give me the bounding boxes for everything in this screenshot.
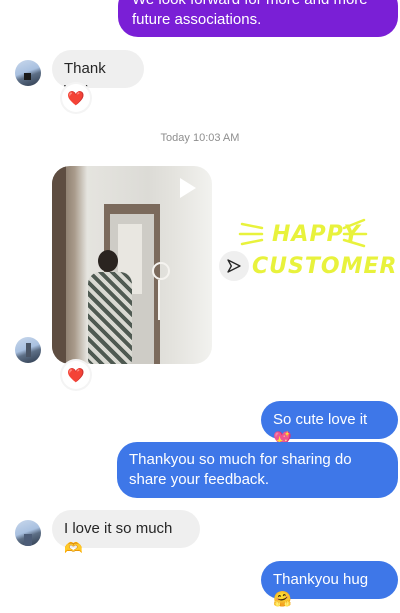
message-timestamp: Today 10:03 AM [160, 132, 240, 144]
heart-reaction-icon[interactable]: ❤️ [62, 361, 90, 389]
avatar[interactable] [15, 520, 41, 546]
avatar[interactable] [15, 337, 41, 363]
message-outgoing-hug[interactable]: Thankyou hug 🤗 [261, 561, 398, 608]
play-icon[interactable] [180, 178, 196, 198]
message-outgoing-associations[interactable]: We look forward for more and more future… [118, 0, 398, 37]
happy-customer-sticker: HAPPY CUSTOMER [238, 214, 396, 284]
message-incoming-love-it[interactable]: I love it so much 🫶 [52, 510, 200, 557]
shared-video-thumbnail[interactable] [52, 166, 212, 364]
message-text: Thankyou hug 🤗 [273, 571, 369, 608]
message-text: We look forward for more and more future… [132, 0, 368, 28]
message-outgoing-feedback[interactable]: Thankyou so much for sharing do share yo… [117, 442, 398, 498]
avatar[interactable] [15, 60, 41, 86]
message-incoming-thank-you[interactable]: Thank you [52, 50, 144, 97]
message-text: I love it so much 🫶 [64, 520, 173, 557]
sticker-line-customer: CUSTOMER [252, 254, 398, 279]
sticker-line-happy: HAPPY [272, 222, 361, 247]
heart-reaction-icon[interactable]: ❤️ [62, 84, 90, 112]
message-outgoing-so-cute[interactable]: So cute love it 💖 [261, 401, 398, 448]
message-text: Thankyou so much for sharing do share yo… [129, 451, 352, 488]
